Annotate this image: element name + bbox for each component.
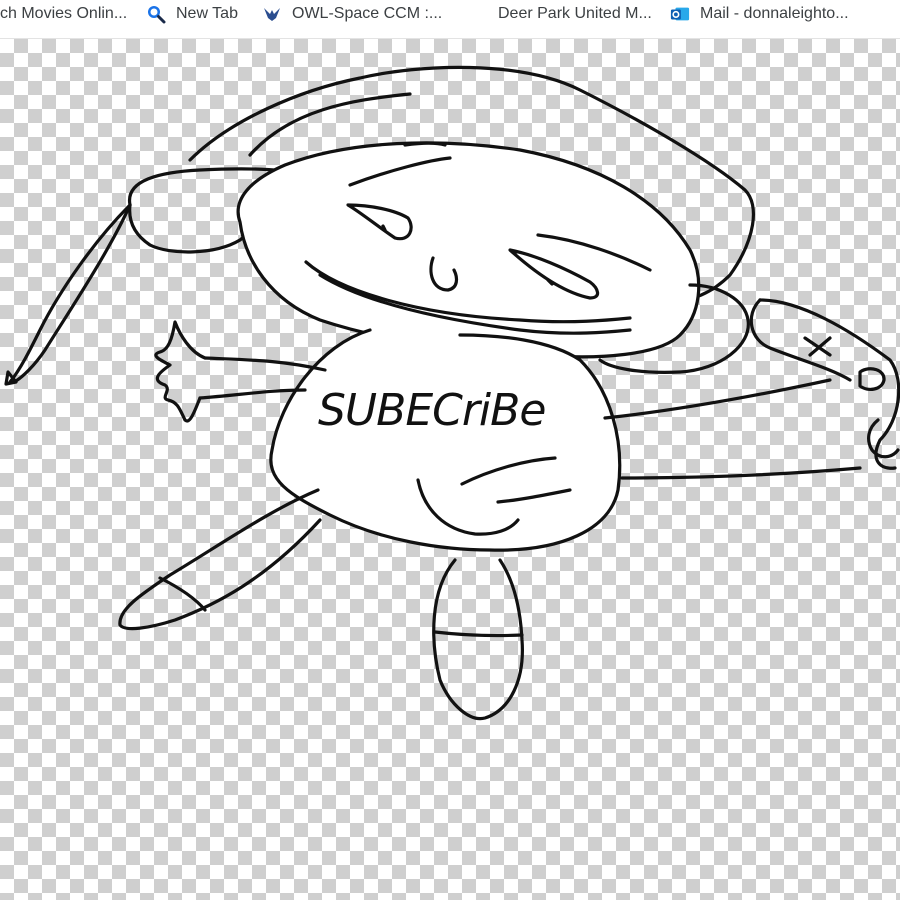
head bbox=[236, 141, 701, 359]
right-leg bbox=[432, 558, 524, 721]
body bbox=[269, 328, 622, 552]
bookmark-label: New Tab bbox=[176, 5, 238, 22]
shirt-text: SUBECriBe bbox=[318, 385, 545, 436]
right-hand bbox=[758, 298, 900, 470]
owl-bird-icon bbox=[262, 4, 282, 24]
character-drawing: SUBECriBe bbox=[4, 65, 900, 721]
bookmark-label: ch Movies Onlin... bbox=[0, 5, 128, 22]
search-magnifier-icon bbox=[146, 4, 166, 24]
right-arm bbox=[603, 378, 832, 420]
bookmark-deer-park[interactable]: Deer Park United M... bbox=[498, 0, 652, 28]
bookmark-label: OWL-Space CCM :... bbox=[292, 5, 443, 22]
bookmark-new-tab[interactable]: New Tab bbox=[146, 0, 238, 28]
bookmark-label: Mail - donnaleighto... bbox=[700, 5, 849, 22]
hat-tail bbox=[8, 203, 132, 384]
bookmark-owl-space[interactable]: OWL-Space CCM :... bbox=[262, 0, 442, 28]
left-hand bbox=[154, 320, 207, 423]
left-leg bbox=[118, 488, 322, 631]
bookmark-watch-movies[interactable]: ch Movies Onlin... bbox=[0, 0, 127, 28]
outlook-mail-icon bbox=[670, 4, 690, 24]
bookmark-mail[interactable]: Mail - donnaleighto... bbox=[670, 0, 849, 28]
bookmarks-bar: ch Movies Onlin... New Tab OWL-Space CCM… bbox=[0, 0, 900, 39]
left-arm bbox=[203, 356, 327, 372]
bookmark-label: Deer Park United M... bbox=[498, 5, 652, 22]
